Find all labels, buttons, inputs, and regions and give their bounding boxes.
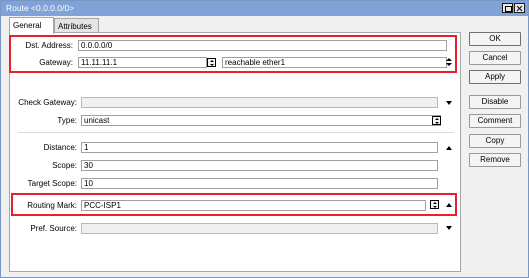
tab-attributes[interactable]: Attributes: [54, 18, 99, 33]
type-select[interactable]: unicast: [81, 115, 441, 126]
window-title: Route <0.0.0.0/0>: [6, 3, 75, 13]
target-scope-label: Target Scope:: [27, 179, 77, 188]
target-scope-field[interactable]: 10: [81, 178, 438, 189]
scope-label: Scope:: [52, 161, 77, 170]
disable-button[interactable]: Disable: [469, 95, 521, 109]
close-icon[interactable]: [514, 3, 525, 13]
type-label: Type:: [57, 116, 77, 125]
apply-button[interactable]: Apply: [469, 70, 521, 84]
remove-button[interactable]: Remove: [469, 153, 521, 167]
type-dropdown-icon[interactable]: [432, 116, 441, 125]
pref-source-field[interactable]: [81, 223, 438, 234]
check-gateway-field[interactable]: [81, 97, 438, 108]
distance-label: Distance:: [43, 143, 77, 152]
pref-source-expand-icon[interactable]: [446, 226, 452, 230]
pref-source-label: Pref. Source:: [30, 224, 77, 233]
cancel-button[interactable]: Cancel: [469, 51, 521, 65]
highlight-box-routing-mark: [11, 193, 457, 216]
check-gateway-expand-icon[interactable]: [446, 101, 452, 105]
comment-button[interactable]: Comment: [469, 114, 521, 128]
check-gateway-label: Check Gateway:: [18, 98, 77, 107]
distance-field[interactable]: 1: [81, 142, 438, 153]
restore-icon[interactable]: [502, 3, 513, 13]
highlight-box-dst-gateway: [9, 35, 457, 73]
general-panel: Dst. Address: 0.0.0.0/0 Gateway: 11.11.1…: [9, 32, 461, 272]
scope-field[interactable]: 30: [81, 160, 438, 171]
copy-button[interactable]: Copy: [469, 134, 521, 148]
route-window: Route <0.0.0.0/0> General Attributes Dst…: [0, 0, 529, 278]
title-bar[interactable]: Route <0.0.0.0/0>: [1, 1, 528, 16]
distance-collapse-icon[interactable]: [446, 146, 452, 150]
divider: [18, 132, 454, 133]
tab-general[interactable]: General: [9, 17, 54, 34]
ok-button[interactable]: OK: [469, 32, 521, 46]
